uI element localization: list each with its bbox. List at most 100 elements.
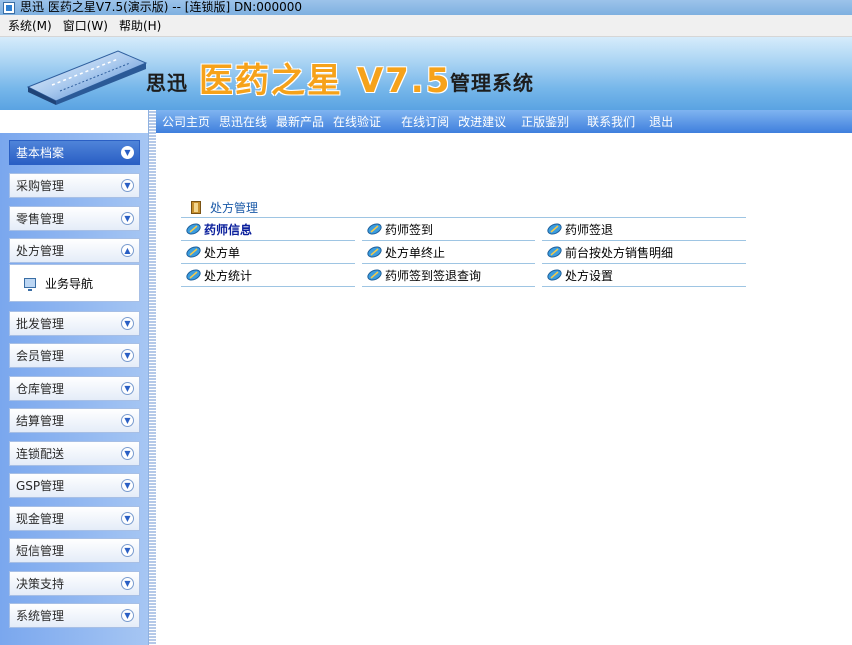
chevron-down-icon: ▼: [121, 479, 134, 492]
chevron-up-icon: ▲: [121, 244, 134, 257]
main-content: 处方管理 药师信息 药师签到 药师签退 处方单 处方单终止 前台按处方销售明细 …: [156, 133, 852, 645]
sidebar-item-purchasing[interactable]: 采购管理 ▼: [9, 173, 140, 198]
sidebar-item-label: 采购管理: [16, 179, 65, 193]
sidebar-item-label: 零售管理: [16, 212, 65, 226]
nav-authenticity[interactable]: 正版鉴别: [521, 113, 569, 130]
sidebar-item-basic-files[interactable]: 基本档案 ▼: [9, 140, 140, 165]
nav-spacer: [0, 110, 156, 133]
chevron-down-icon: ▼: [121, 382, 134, 395]
link-pharmacist-info[interactable]: 药师信息: [181, 218, 355, 241]
splitter-handle[interactable]: [148, 110, 156, 645]
sidebar-item-label: 短信管理: [16, 544, 65, 558]
brand-product: 医药之星 V7.5: [199, 61, 452, 101]
window-title: 思迅 医药之星V7.5(演示版) -- [连锁版] DN:000000: [20, 0, 303, 14]
sidebar-item-label: 会员管理: [16, 349, 65, 363]
pill-icon: [367, 246, 382, 258]
menu-help[interactable]: 帮助(H): [115, 15, 168, 37]
link-prescription-settings[interactable]: 处方设置: [542, 264, 746, 287]
link-label: 处方统计: [204, 268, 253, 283]
link-prescription[interactable]: 处方单: [181, 241, 355, 264]
sidebar-item-members[interactable]: 会员管理 ▼: [9, 343, 140, 368]
pill-icon: [547, 269, 562, 281]
header-banner: 思迅 医药之星 V7.5 管理系统: [0, 37, 852, 110]
pill-icon: [367, 269, 382, 281]
brand-company: 思迅: [146, 71, 188, 95]
sidebar-item-label: GSP管理: [16, 479, 65, 493]
grid-row: 处方统计 药师签到签退查询 处方设置: [181, 264, 746, 287]
pill-icon: [186, 223, 201, 235]
link-label: 药师信息: [204, 222, 253, 237]
menu-window[interactable]: 窗口(W): [59, 15, 115, 37]
sidebar-item-warehouse[interactable]: 仓库管理 ▼: [9, 376, 140, 401]
link-prescription-sales-detail[interactable]: 前台按处方销售明细: [542, 241, 746, 264]
sidebar-item-label: 基本档案: [16, 146, 65, 160]
pill-icon: [367, 223, 382, 235]
chevron-down-icon: ▼: [121, 317, 134, 330]
sidebar-subitem-business-nav[interactable]: 业务导航: [9, 264, 140, 302]
nav-verify[interactable]: 在线验证: [333, 113, 381, 130]
grid-row: 药师信息 药师签到 药师签退: [181, 218, 746, 241]
link-label: 处方单终止: [385, 245, 446, 260]
brand-suffix: 管理系统: [450, 71, 534, 95]
chevron-down-icon: ▼: [121, 179, 134, 192]
nav-subscribe[interactable]: 在线订阅: [401, 113, 449, 130]
link-prescription-terminate[interactable]: 处方单终止: [362, 241, 535, 264]
sidebar-item-label: 处方管理: [16, 244, 65, 258]
section-title: 处方管理: [210, 201, 259, 215]
pill-icon: [186, 246, 201, 258]
nav-contact[interactable]: 联系我们: [587, 113, 635, 130]
chevron-down-icon: ▼: [121, 544, 134, 557]
chevron-down-icon: ▼: [121, 512, 134, 525]
top-nav: 公司主页 思迅在线 最新产品 在线验证 在线订阅 改进建议 正版鉴别 联系我们 …: [156, 110, 852, 133]
sidebar-item-sms[interactable]: 短信管理 ▼: [9, 538, 140, 563]
nav-exit[interactable]: 退出: [649, 113, 673, 130]
chevron-down-icon: ▼: [121, 146, 134, 159]
link-pharmacist-checkin[interactable]: 药师签到: [362, 218, 535, 241]
link-label: 药师签退: [565, 222, 614, 237]
sidebar-item-label: 现金管理: [16, 512, 65, 526]
link-label: 前台按处方销售明细: [565, 245, 674, 260]
pill-icon: [186, 269, 201, 281]
chevron-down-icon: ▼: [121, 577, 134, 590]
menu-bar: 系统(M) 窗口(W) 帮助(H): [0, 15, 852, 37]
sidebar-item-decision[interactable]: 决策支持 ▼: [9, 571, 140, 596]
link-pharmacist-checkout[interactable]: 药师签退: [542, 218, 746, 241]
app-icon: [3, 1, 15, 14]
nav-online[interactable]: 思迅在线: [219, 113, 267, 130]
menu-system[interactable]: 系统(M): [4, 15, 59, 37]
title-bar: 思迅 医药之星V7.5(演示版) -- [连锁版] DN:000000: [0, 0, 852, 15]
sidebar-item-cash[interactable]: 现金管理 ▼: [9, 506, 140, 531]
link-label: 药师签到签退查询: [385, 268, 482, 283]
link-checkin-query[interactable]: 药师签到签退查询: [362, 264, 535, 287]
nav-feedback[interactable]: 改进建议: [458, 113, 506, 130]
chevron-down-icon: ▼: [121, 212, 134, 225]
grid-row: 处方单 处方单终止 前台按处方销售明细: [181, 241, 746, 264]
link-label: 处方设置: [565, 268, 614, 283]
link-label: 处方单: [204, 245, 241, 260]
sidebar-item-label: 批发管理: [16, 317, 65, 331]
sidebar-item-label: 决策支持: [16, 577, 65, 591]
sidebar-item-distribution[interactable]: 连锁配送 ▼: [9, 441, 140, 466]
sidebar-item-retail[interactable]: 零售管理 ▼: [9, 206, 140, 231]
sidebar-item-label: 连锁配送: [16, 447, 65, 461]
sidebar-item-label: 系统管理: [16, 609, 65, 623]
function-grid: 药师信息 药师签到 药师签退 处方单 处方单终止 前台按处方销售明细 处方统计 …: [181, 218, 746, 287]
chevron-down-icon: ▼: [121, 447, 134, 460]
pill-icon: [547, 246, 562, 258]
sidebar-item-label: 结算管理: [16, 414, 65, 428]
product-disk-icon: [26, 50, 148, 105]
sidebar-item-system[interactable]: 系统管理 ▼: [9, 603, 140, 628]
section-header: 处方管理: [191, 199, 258, 216]
sidebar-subitem-label: 业务导航: [45, 276, 94, 291]
sidebar-item-gsp[interactable]: GSP管理 ▼: [9, 473, 140, 498]
pill-icon: [547, 223, 562, 235]
chevron-down-icon: ▼: [121, 609, 134, 622]
nav-products[interactable]: 最新产品: [276, 113, 324, 130]
nav-home[interactable]: 公司主页: [162, 113, 210, 130]
link-label: 药师签到: [385, 222, 434, 237]
chevron-down-icon: ▼: [121, 414, 134, 427]
link-prescription-stats[interactable]: 处方统计: [181, 264, 355, 287]
sidebar-item-prescription[interactable]: 处方管理 ▲: [9, 238, 140, 263]
sidebar-item-wholesale[interactable]: 批发管理 ▼: [9, 311, 140, 336]
sidebar-item-settlement[interactable]: 结算管理 ▼: [9, 408, 140, 433]
